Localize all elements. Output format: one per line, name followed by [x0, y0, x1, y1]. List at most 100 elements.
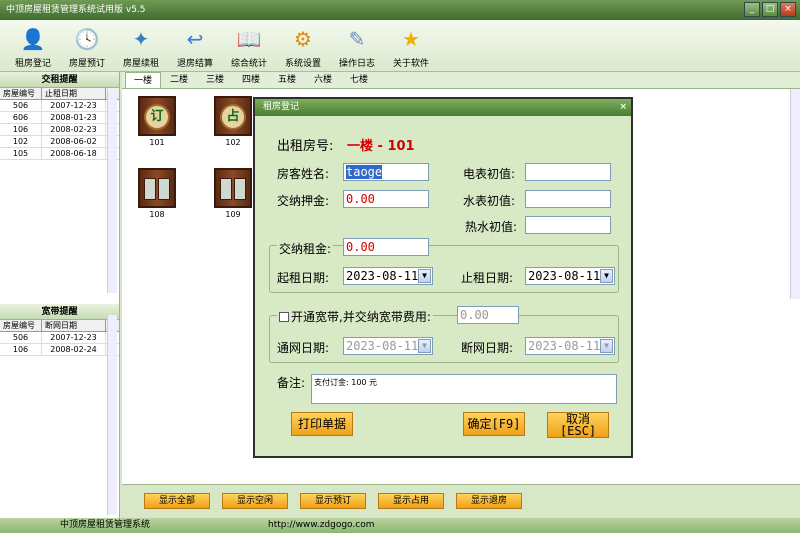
toolbar-button-3[interactable]: ↩ 退房结算	[168, 20, 222, 72]
toolbar-button-0[interactable]: 👤 租房登记	[6, 20, 60, 72]
filter-button-1[interactable]: 显示空闲	[222, 493, 288, 509]
tab-floor-6[interactable]: 六楼	[305, 72, 341, 88]
table-row[interactable]: 506 2007-12-23	[0, 100, 119, 112]
rent-reminder-scrollbar[interactable]	[107, 89, 117, 293]
net-start-date-value: 2023-08-11	[346, 339, 419, 353]
room-number-label: 108	[149, 210, 165, 219]
toolbar-button-label: 系统设置	[284, 59, 321, 69]
toolbar-button-label: 房屋预订	[68, 59, 105, 69]
confirm-button[interactable]: 确定[F9]	[463, 412, 525, 436]
cell-date: 2008-02-23	[42, 124, 106, 135]
column-end-date[interactable]: 止租日期	[42, 88, 106, 99]
start-date-value: 2023-08-11	[346, 269, 419, 283]
room-grid-scrollbar[interactable]	[790, 89, 800, 299]
tenant-name-label: 房客姓名:	[277, 167, 330, 181]
status-url[interactable]: http://www.zdgogo.com	[268, 518, 375, 533]
broadband-fee-input[interactable]: 0.00	[457, 306, 519, 324]
toolbar-button-4[interactable]: 📖 综合统计	[222, 20, 276, 72]
filter-button-4[interactable]: 显示退房	[456, 493, 522, 509]
door-glass-pane	[220, 178, 232, 200]
toolbar-button-label: 操作日志	[338, 59, 375, 69]
remark-textarea[interactable]: 支付订金: 100 元	[311, 374, 617, 404]
end-date-picker[interactable]: 2023-08-11 ▼	[525, 267, 615, 285]
net-start-date-label: 通网日期:	[277, 341, 330, 355]
net-reminder-header: 宽带提醒	[0, 304, 119, 320]
calendar-clock-icon: 🕓	[74, 27, 100, 51]
tab-floor-1[interactable]: 一楼	[125, 72, 161, 88]
end-date-label: 止租日期:	[461, 271, 514, 285]
tenant-name-input[interactable]: taoge	[343, 163, 429, 181]
net-start-date-picker[interactable]: 2023-08-11 ▼	[343, 337, 433, 355]
column-room-number[interactable]: 房屋编号	[0, 320, 42, 331]
start-date-label: 起租日期:	[277, 271, 330, 285]
cell-room-number: 506	[0, 100, 42, 111]
remark-label: 备注:	[277, 376, 306, 390]
net-reminder-scrollbar[interactable]	[107, 315, 117, 515]
rent-reminder-header: 交租提醒	[0, 72, 119, 88]
gear-icon: ⚙	[294, 27, 312, 51]
table-row[interactable]: 606 2008-01-23	[0, 112, 119, 124]
cell-date: 2008-02-24	[42, 344, 106, 355]
maximize-button[interactable]: □	[762, 2, 778, 17]
document-star-icon: ✦	[132, 27, 150, 51]
minimize-button[interactable]: _	[744, 2, 760, 17]
room-tile[interactable]: 109	[212, 168, 254, 222]
column-room-number[interactable]: 房屋编号	[0, 88, 42, 99]
toolbar-button-2[interactable]: ✦ 房屋续租	[114, 20, 168, 72]
start-date-picker[interactable]: 2023-08-11 ▼	[343, 267, 433, 285]
net-end-date-dropdown-icon[interactable]: ▼	[600, 339, 613, 353]
return-arrow-icon: ↩	[186, 27, 204, 51]
dialog-title-bar: 租房登记 ×	[255, 99, 631, 116]
table-row[interactable]: 102 2008-06-02	[0, 136, 119, 148]
toolbar-button-6[interactable]: ✎ 操作日志	[330, 20, 384, 72]
hot-water-meter-input[interactable]	[525, 216, 611, 234]
toolbar-button-5[interactable]: ⚙ 系统设置	[276, 20, 330, 72]
toolbar-button-7[interactable]: ★ 关于软件	[384, 20, 438, 72]
room-tile[interactable]: 订 101	[136, 96, 178, 150]
net-start-date-dropdown-icon[interactable]: ▼	[418, 339, 431, 353]
broadband-checkbox-label[interactable]: 开通宽带,并交纳宽带费用:	[291, 308, 431, 325]
tab-floor-5[interactable]: 五楼	[269, 72, 305, 88]
rent-input[interactable]: 0.00	[343, 238, 429, 256]
filter-button-3[interactable]: 显示占用	[378, 493, 444, 509]
end-date-dropdown-icon[interactable]: ▼	[600, 269, 613, 283]
room-tile[interactable]: 占 102	[212, 96, 254, 150]
table-row[interactable]: 105 2008-06-18	[0, 148, 119, 160]
filter-button-0[interactable]: 显示全部	[144, 493, 210, 509]
room-tile[interactable]: 108	[136, 168, 178, 222]
electric-meter-input[interactable]	[525, 163, 611, 181]
table-row[interactable]: 106 2008-02-23	[0, 124, 119, 136]
net-end-date-picker[interactable]: 2023-08-11 ▼	[525, 337, 615, 355]
door-glass-pane	[234, 178, 246, 200]
dialog-close-button[interactable]: ×	[619, 99, 627, 116]
column-net-end-date[interactable]: 断网日期	[42, 320, 106, 331]
cell-room-number: 105	[0, 148, 42, 159]
filter-button-2[interactable]: 显示预订	[300, 493, 366, 509]
cell-date: 2007-12-23	[42, 332, 106, 343]
door-glass-pane	[144, 178, 156, 200]
cancel-button[interactable]: 取消 [ESC]	[547, 412, 609, 438]
status-bar: 中顶房屋租赁管理系统 http://www.zdgogo.com	[0, 518, 800, 533]
net-reminder-list: 506 2007-12-23 106 2008-02-24	[0, 332, 119, 356]
tab-floor-3[interactable]: 三楼	[197, 72, 233, 88]
close-window-button[interactable]: ×	[780, 2, 796, 17]
star-icon: ★	[402, 27, 420, 51]
electric-meter-label: 电表初值:	[463, 167, 516, 181]
broadband-checkbox-row: 开通宽带,并交纳宽带费用:	[277, 308, 433, 325]
broadband-checkbox[interactable]	[279, 311, 289, 322]
floor-tabs: 一楼 二楼 三楼 四楼 五楼 六楼 七楼	[122, 72, 800, 89]
tab-floor-4[interactable]: 四楼	[233, 72, 269, 88]
print-receipt-button[interactable]: 打印单据	[291, 412, 353, 436]
dialog-title: 租房登记	[263, 102, 300, 112]
water-meter-label: 水表初值:	[463, 194, 516, 208]
tab-floor-2[interactable]: 二楼	[161, 72, 197, 88]
tab-floor-7[interactable]: 七楼	[341, 72, 377, 88]
cell-room-number: 106	[0, 344, 42, 355]
cell-date: 2008-06-18	[42, 148, 106, 159]
table-row[interactable]: 106 2008-02-24	[0, 344, 119, 356]
water-meter-input[interactable]	[525, 190, 611, 208]
toolbar-button-1[interactable]: 🕓 房屋预订	[60, 20, 114, 72]
deposit-input[interactable]: 0.00	[343, 190, 429, 208]
start-date-dropdown-icon[interactable]: ▼	[418, 269, 431, 283]
table-row[interactable]: 506 2007-12-23	[0, 332, 119, 344]
